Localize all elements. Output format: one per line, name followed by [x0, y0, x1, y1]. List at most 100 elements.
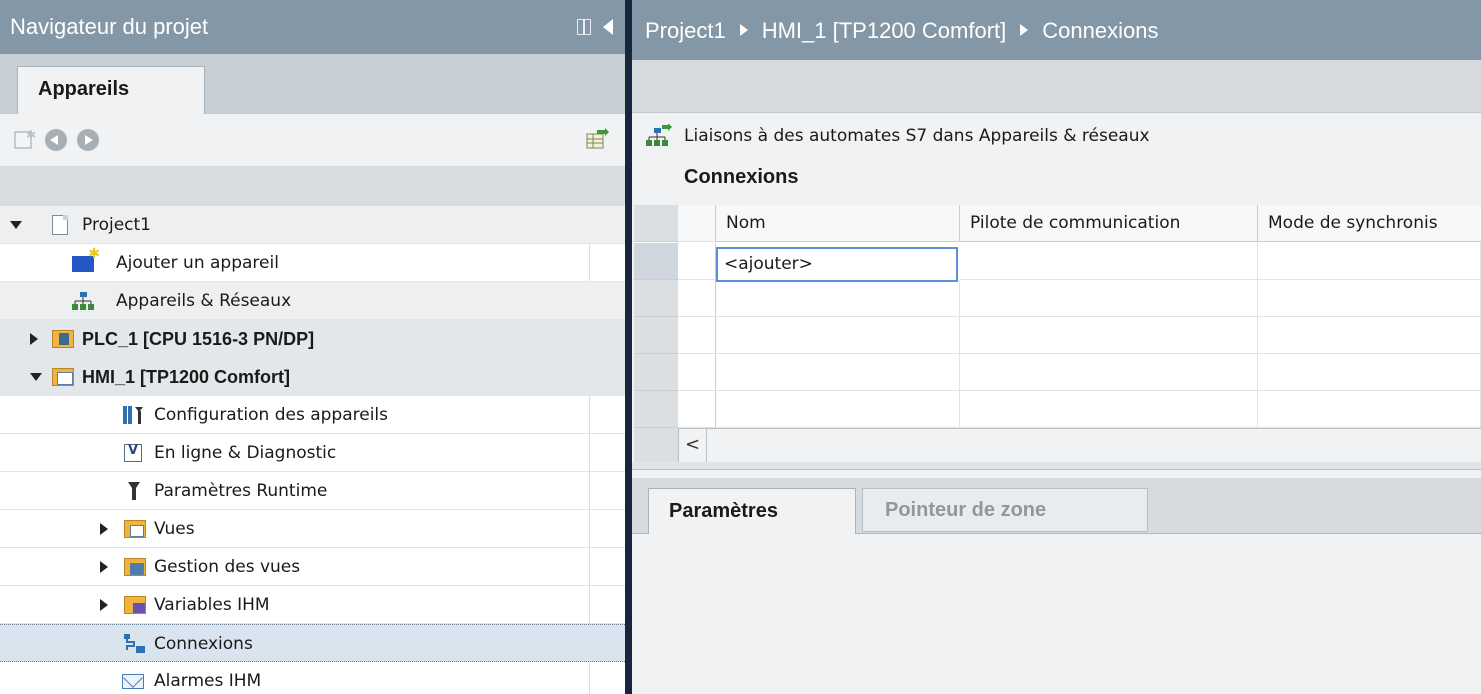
diagnostic-icon [124, 443, 142, 462]
navigator-toolbar: ✱ [0, 114, 625, 166]
table-cell[interactable] [960, 280, 1258, 317]
forward-icon[interactable] [77, 129, 99, 151]
pane-splitter[interactable] [632, 462, 1481, 470]
header-gutter [678, 205, 716, 242]
wrench-icon [124, 481, 144, 501]
add-connection-cell[interactable]: <ajouter> [716, 247, 958, 282]
navigator-title: Navigateur du projet [10, 14, 209, 39]
tree-item-add-device[interactable]: Ajouter un appareil [0, 244, 625, 282]
s7-connections-link[interactable]: Liaisons à des automates S7 dans Apparei… [684, 116, 1150, 156]
split-view-icon[interactable] [577, 19, 591, 35]
section-title: Connexions [684, 166, 799, 188]
network-link-icon[interactable] [646, 123, 672, 146]
tree-item-device-config[interactable]: Configuration des appareils [0, 396, 625, 434]
back-icon[interactable] [45, 129, 67, 151]
device-config-icon [122, 405, 143, 425]
navigator-separator [0, 166, 625, 206]
expand-right-icon[interactable] [100, 561, 108, 573]
project-tree: Project1 Ajouter un appareil [0, 206, 625, 694]
panel-divider[interactable] [625, 0, 632, 694]
tree-item-label: Gestion des vues [154, 557, 301, 577]
column-header-sync-mode[interactable]: Mode de synchronis [1258, 205, 1481, 242]
expand-right-icon[interactable] [30, 333, 38, 345]
tree-item-label: Vues [154, 519, 195, 539]
tab-area-pointer[interactable]: Pointeur de zone [862, 488, 1148, 532]
breadcrumb-separator-icon [739, 24, 748, 36]
collapse-left-icon[interactable] [603, 19, 613, 35]
tree-item-label: Alarmes IHM [154, 671, 262, 691]
table-cell[interactable] [716, 280, 960, 317]
table-cell[interactable] [716, 354, 960, 391]
s7-connections-link-row[interactable]: Liaisons à des automates S7 dans Apparei… [632, 116, 1481, 156]
table-cell[interactable] [716, 317, 960, 354]
row-gutter [678, 354, 716, 391]
expand-right-icon[interactable] [100, 523, 108, 535]
tree-item-screens[interactable]: Vues [0, 510, 625, 548]
expand-right-icon[interactable] [100, 599, 108, 611]
hmi-icon [52, 368, 74, 386]
alarm-mail-icon [122, 674, 144, 689]
expand-down-icon[interactable] [10, 221, 22, 229]
properties-body [632, 534, 1481, 694]
tab-parameters[interactable]: Paramètres [648, 488, 856, 535]
table-cell[interactable] [960, 243, 1258, 280]
breadcrumb-device[interactable]: HMI_1 [TP1200 Comfort] [762, 18, 1007, 43]
tree-item-devices-networks[interactable]: Appareils & Réseaux [0, 282, 625, 320]
tree-item-project1[interactable]: Project1 [0, 206, 625, 244]
column-header-driver[interactable]: Pilote de communication [960, 205, 1258, 242]
breadcrumb-current: Connexions [1042, 18, 1159, 43]
new-item-icon[interactable]: ✱ [14, 128, 38, 155]
tree-item-online-diagnostic[interactable]: En ligne & Diagnostic [0, 434, 625, 472]
breadcrumb: Project1 HMI_1 [TP1200 Comfort] Connexions [632, 0, 1481, 60]
breadcrumb-separator-icon [1020, 24, 1029, 36]
tree-item-label: Configuration des appareils [154, 405, 388, 425]
row-gutter [678, 391, 716, 428]
breadcrumb-project[interactable]: Project1 [645, 18, 726, 43]
row-header[interactable] [634, 280, 678, 317]
tree-item-hmi-alarms[interactable]: Alarmes IHM [0, 662, 625, 694]
table-cell[interactable] [1258, 317, 1481, 354]
network-icon [72, 291, 94, 311]
tree-item-screen-management[interactable]: Gestion des vues [0, 548, 625, 586]
connections-table: Nom Pilote de communication Mode de sync… [634, 205, 1481, 465]
folder-icon [124, 520, 146, 538]
tab-appareils[interactable]: Appareils [17, 66, 205, 114]
row-header[interactable] [634, 243, 678, 280]
tree-item-label: Ajouter un appareil [116, 253, 279, 273]
navigator-tabstrip: Appareils [0, 54, 625, 114]
row-header-corner [634, 205, 678, 242]
table-cell[interactable] [1258, 391, 1481, 428]
row-header[interactable] [634, 354, 678, 391]
table-cell[interactable] [960, 354, 1258, 391]
row-header[interactable] [634, 317, 678, 354]
properties-tabstrip: Paramètres Pointeur de zone [632, 478, 1481, 535]
table-cell[interactable] [1258, 243, 1481, 280]
connections-icon [124, 634, 146, 654]
table-cell[interactable] [1258, 280, 1481, 317]
tree-item-hmi-tags[interactable]: Variables IHM [0, 586, 625, 624]
project-icon [52, 215, 68, 235]
editor-toolbar [632, 60, 1481, 113]
plc-icon [52, 330, 74, 348]
row-header[interactable] [634, 391, 678, 428]
table-cell[interactable] [960, 391, 1258, 428]
tree-item-connections[interactable]: Connexions [0, 624, 625, 662]
table-export-icon[interactable] [585, 128, 609, 155]
scroll-left-icon[interactable]: < [679, 429, 707, 463]
tree-item-runtime-settings[interactable]: Paramètres Runtime [0, 472, 625, 510]
row-gutter [678, 243, 716, 280]
tree-item-hmi1[interactable]: HMI_1 [TP1200 Comfort] [0, 358, 625, 396]
expand-down-icon[interactable] [30, 373, 42, 381]
connections-editor: Project1 HMI_1 [TP1200 Comfort] Connexions… [632, 0, 1481, 694]
row-gutter [678, 280, 716, 317]
screen-management-icon [124, 558, 146, 576]
horizontal-scrollbar[interactable]: < [678, 428, 1481, 464]
table-cell[interactable] [1258, 354, 1481, 391]
tree-item-plc1[interactable]: PLC_1 [CPU 1516-3 PN/DP] [0, 320, 625, 358]
column-header-name[interactable]: Nom [716, 205, 960, 242]
table-cell[interactable] [960, 317, 1258, 354]
project-navigator: Navigateur du projet Appareils ✱ Project… [0, 0, 625, 694]
navigator-title-bar: Navigateur du projet [0, 0, 625, 54]
table-cell[interactable] [716, 391, 960, 428]
tree-item-label: En ligne & Diagnostic [154, 443, 337, 463]
